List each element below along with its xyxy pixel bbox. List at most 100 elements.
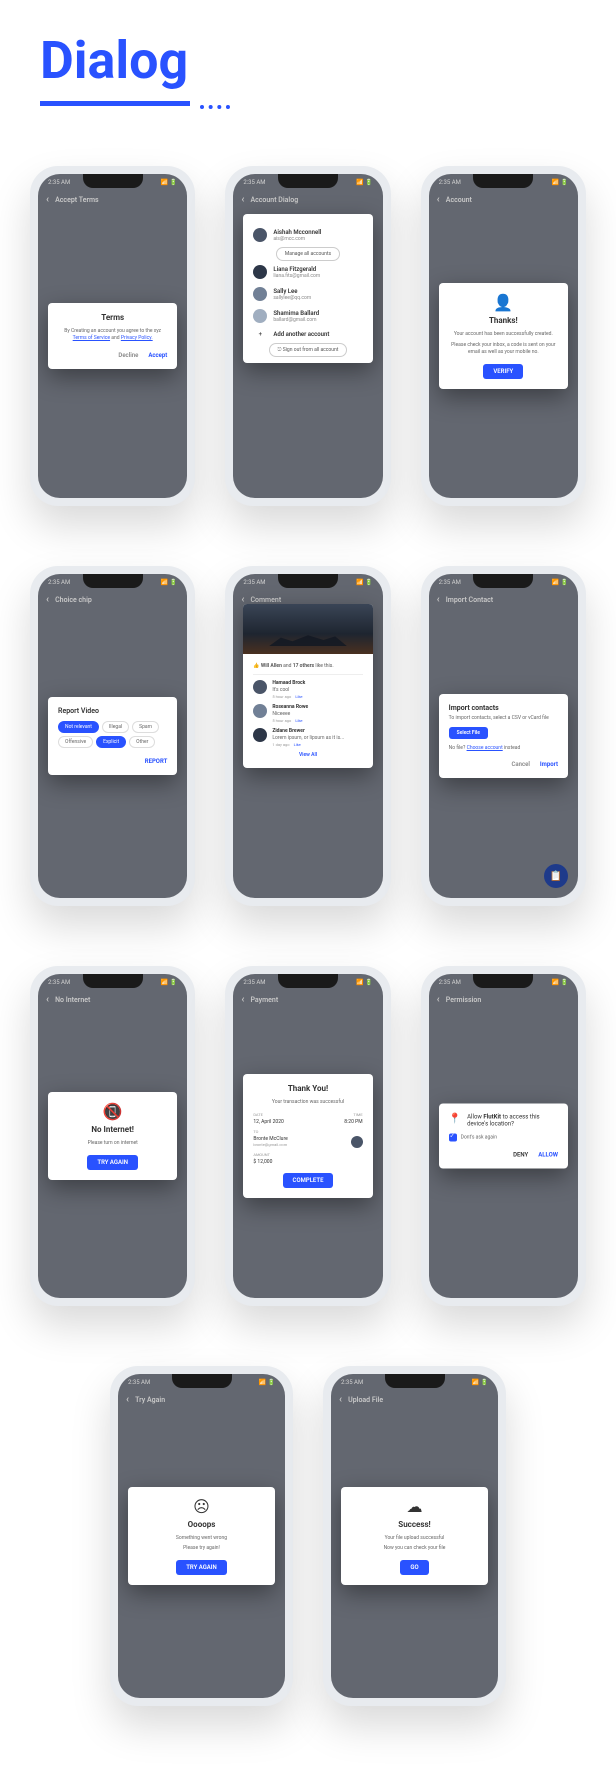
back-icon[interactable]: ‹: [126, 1394, 129, 1405]
dialog-import: Import contacts To import contacts, sele…: [439, 694, 568, 778]
cancel-button[interactable]: Cancel: [511, 761, 529, 768]
dialog-body: To import contacts, select a CSV or vCar…: [449, 715, 558, 721]
notch: [278, 974, 338, 988]
accept-button[interactable]: Accept: [148, 352, 167, 359]
chip[interactable]: Offensive: [58, 736, 93, 748]
cloud-check-icon: ☁: [351, 1497, 478, 1516]
dialog-title: Success!: [351, 1520, 478, 1529]
phone-payment: 2:35 AM📶 🔋 ‹Payment Thank You! Your tran…: [225, 966, 390, 1306]
appbar: ‹Import Contact: [429, 590, 578, 609]
verify-button[interactable]: VERIFY: [483, 364, 523, 379]
add-account[interactable]: +Add another account: [253, 327, 362, 342]
like-bar: 👍 Will Allen and 17 others like this.: [253, 660, 362, 675]
dialog-sub: Your transaction was successful: [253, 1099, 362, 1106]
wifi-off-icon: 📵: [58, 1102, 167, 1121]
try-again-button[interactable]: TRY AGAIN: [176, 1560, 227, 1575]
page-title: Dialog: [0, 0, 616, 101]
dialog-title: Terms: [58, 313, 167, 322]
back-icon[interactable]: ‹: [437, 594, 440, 605]
notch: [83, 974, 143, 988]
like-link[interactable]: Like: [295, 718, 302, 723]
allow-button[interactable]: ALLOW: [538, 1152, 558, 1159]
manage-button[interactable]: Manage all accounts: [276, 247, 340, 261]
notch: [473, 174, 533, 188]
account-item[interactable]: Liana Fitzgeraldliana.fits@gmail.com: [253, 261, 362, 283]
complete-button[interactable]: COMPLETE: [283, 1173, 334, 1188]
appbar: ‹Choice chip: [38, 590, 187, 609]
nofile-text: No file? Choose account instead: [449, 745, 558, 751]
report-button[interactable]: REPORT: [145, 758, 168, 765]
dialog-title: No Internet!: [58, 1125, 167, 1134]
account-item[interactable]: Shamima Ballardballard@gmail.com: [253, 305, 362, 327]
notch: [83, 574, 143, 588]
dialog-nointernet: 📵 No Internet! Please turn on internet T…: [48, 1092, 177, 1180]
decline-button[interactable]: Decline: [118, 352, 138, 359]
avatar: [253, 287, 267, 301]
dialog-body: By Creating an account you agree to the …: [58, 328, 167, 342]
appbar: ‹Accept Terms: [38, 190, 187, 209]
appbar: ‹Account: [429, 190, 578, 209]
go-button[interactable]: GO: [400, 1560, 428, 1575]
notch: [385, 1374, 445, 1388]
dialog-chip: Report Video Not relevant Illegal Spam O…: [48, 697, 177, 775]
dialog-title: Thanks!: [449, 316, 558, 325]
back-icon[interactable]: ‹: [437, 194, 440, 205]
avatar: [253, 728, 267, 742]
select-file-button[interactable]: Select File: [449, 727, 488, 739]
back-icon[interactable]: ‹: [241, 194, 244, 205]
privacy-link[interactable]: Privacy Policy.: [121, 335, 153, 341]
signout-button[interactable]: ⎋ Sign out from all account: [269, 343, 348, 357]
like-link[interactable]: Like: [295, 694, 302, 699]
like-link[interactable]: Like: [294, 742, 301, 747]
phone-import: 2:35 AM📶 🔋 ‹Import Contact Import contac…: [421, 566, 586, 906]
back-icon[interactable]: ‹: [46, 594, 49, 605]
avatar: [253, 704, 267, 718]
dialog-account: Aishah Mcconnellais@mcc.com Manage all a…: [243, 214, 372, 363]
title-underline: [40, 101, 190, 106]
appbar: ‹Permission: [429, 990, 578, 1009]
deny-button[interactable]: DENY: [513, 1152, 528, 1159]
chip[interactable]: Other: [129, 736, 155, 748]
dialog-title: Oooops: [138, 1520, 265, 1529]
dialog-terms: Terms By Creating an account you agree t…: [48, 303, 177, 369]
back-icon[interactable]: ‹: [339, 1394, 342, 1405]
phone-nointernet: 2:35 AM📶 🔋 ‹No Internet 📵 No Internet! P…: [30, 966, 195, 1306]
dialog-body: Now you can check your file: [351, 1545, 478, 1552]
tos-link[interactable]: Terms of Service: [73, 335, 110, 341]
chip[interactable]: Spam: [132, 721, 159, 733]
choose-account-link[interactable]: Choose account: [467, 745, 503, 751]
try-again-button[interactable]: TRY AGAIN: [87, 1155, 138, 1170]
account-item[interactable]: Sally Leesallylee@qq.com: [253, 283, 362, 305]
phone-account: 2:35 AM📶 🔋 ‹Account Dialog Aishah Mcconn…: [225, 166, 390, 506]
comment-item: Roseanna RoweNiceeee5 hour agoLike: [253, 704, 362, 723]
fab-button[interactable]: 📋: [544, 864, 568, 888]
notch: [278, 574, 338, 588]
back-icon[interactable]: ‹: [437, 994, 440, 1005]
import-button[interactable]: Import: [540, 761, 558, 768]
avatar: [351, 1136, 363, 1148]
chip[interactable]: Explicit: [96, 736, 126, 748]
view-all-link[interactable]: View All: [253, 752, 362, 758]
comment-item: Zidane BrewerLorem ipsum, or lipsum as i…: [253, 728, 362, 747]
chip[interactable]: Not relevant: [58, 721, 99, 733]
sad-icon: ☹: [138, 1497, 265, 1516]
back-icon[interactable]: ‹: [46, 194, 49, 205]
dialog-sub: Your account has been successfully creat…: [449, 331, 558, 338]
phone-terms: 2:35 AM📶 🔋 ‹Accept Terms Terms By Creati…: [30, 166, 195, 506]
dialog-title: Report Video: [58, 707, 167, 715]
dont-ask-checkbox[interactable]: Dont's ask again: [449, 1134, 558, 1142]
phone-upload: 2:35 AM📶 🔋 ‹Upload File ☁ Success! Your …: [323, 1366, 506, 1706]
back-icon[interactable]: ‹: [241, 994, 244, 1005]
location-icon: 📍: [449, 1114, 461, 1125]
account-item[interactable]: Aishah Mcconnellais@mcc.com: [253, 224, 362, 246]
dialog-body: Please try again!: [138, 1545, 265, 1552]
chip[interactable]: Illegal: [102, 721, 129, 733]
phone-thanks: 2:35 AM📶 🔋 ‹Account 👤 Thanks! Your accou…: [421, 166, 586, 506]
back-icon[interactable]: ‹: [46, 994, 49, 1005]
back-icon[interactable]: ‹: [241, 594, 244, 605]
dialog-sub: Something went wrong: [138, 1535, 265, 1542]
appbar: ‹Upload File: [331, 1390, 498, 1409]
phone-comment: 2:35 AM📶 🔋 ‹Comment 👍 Will Allen and 17 …: [225, 566, 390, 906]
dialog-thanks: 👤 Thanks! Your account has been successf…: [439, 283, 568, 389]
notch: [83, 174, 143, 188]
